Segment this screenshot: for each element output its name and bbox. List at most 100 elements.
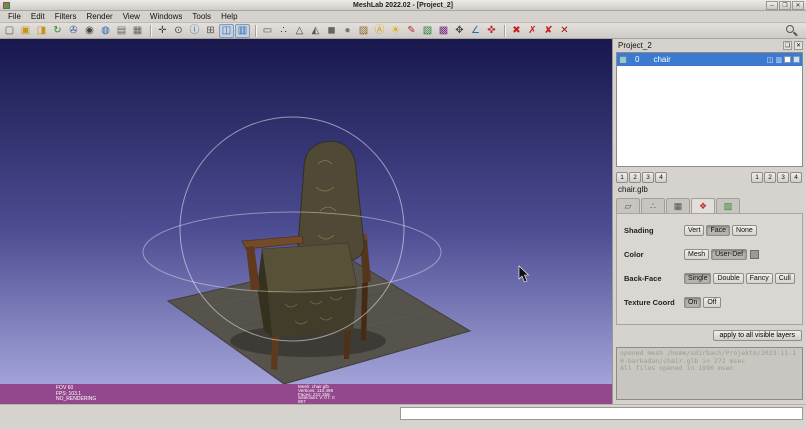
- layer-color-swatch[interactable]: [784, 56, 791, 63]
- log-line: All files opened in 1996 msec: [620, 364, 734, 372]
- panel-close-button[interactable]: ✕: [794, 41, 803, 50]
- delete-selected-faces-vertices-icon[interactable]: ✘: [541, 24, 556, 38]
- menu-edit[interactable]: Edit: [26, 12, 50, 21]
- texcoord-opt-off[interactable]: Off: [703, 296, 721, 308]
- fullscreen-icon[interactable]: ⊞: [203, 24, 218, 38]
- toolbar: ▢ ▣ ◨ ↻ ✇ ◉ ◍ ▤ ▦ ✛ ⊙ ⓘ ⊞ ◫ ▥ ▭ ∴ △ ◭ ◼ ● ▨ Ⓐ ☀ ✎ ▧ ▩ ✥ ∠ ✜ ✖ ✗ ✘ ✕: [0, 23, 806, 39]
- panel-float-button[interactable]: ❏: [783, 41, 792, 50]
- bbox-render-icon[interactable]: ▭: [260, 24, 275, 38]
- shading-options: Vert Face None: [684, 224, 759, 236]
- tab-wire[interactable]: ▦: [666, 198, 690, 213]
- shading-opt-none[interactable]: None: [732, 224, 757, 236]
- color-label: Color: [624, 249, 644, 259]
- points-render-icon[interactable]: ∴: [276, 24, 291, 38]
- smooth-render-icon[interactable]: ●: [340, 24, 355, 38]
- split-view-icon[interactable]: ◫: [219, 23, 234, 38]
- maximize-button[interactable]: ❐: [779, 1, 791, 10]
- pager-left-2[interactable]: 2: [629, 172, 641, 183]
- export-mesh-icon[interactable]: ✇: [66, 24, 81, 38]
- texcoord-opt-on[interactable]: On: [684, 296, 702, 308]
- delete-selected-vertices-icon[interactable]: ✗: [525, 24, 540, 38]
- close-button[interactable]: ✕: [792, 1, 804, 10]
- menu-windows[interactable]: Windows: [145, 12, 187, 21]
- tab-texture[interactable]: ▨: [716, 198, 740, 213]
- render-options-panel: Shading Vert Face None Color Mesh User-Def …: [616, 213, 803, 325]
- show-info-pane-icon[interactable]: ⓘ: [187, 24, 202, 38]
- pager-right-1[interactable]: 1: [751, 172, 763, 183]
- meshlab-window: MeshLab 2022.02 - [Project_2] – ❐ ✕ File…: [0, 0, 806, 429]
- mesh-layer-icon: ▦: [619, 55, 627, 64]
- tab-bbox[interactable]: ▱: [616, 198, 640, 213]
- shading-opt-face[interactable]: Face: [706, 224, 731, 236]
- show-raster-dialog-icon[interactable]: ▦: [130, 24, 145, 38]
- toolbar-file-group: ▢ ▣ ◨ ↻ ✇ ◉ ◍ ▤ ▦: [2, 24, 146, 38]
- zpaint-icon[interactable]: ✎: [404, 24, 419, 38]
- app-icon: [3, 2, 10, 9]
- apply-all-layers-button[interactable]: apply to all visible layers: [712, 330, 802, 341]
- backface-opt-cull[interactable]: Cull: [774, 272, 795, 284]
- measure-icon[interactable]: ∠: [468, 24, 483, 38]
- flatlines-render-icon[interactable]: ◭: [308, 24, 323, 38]
- pager-right-4[interactable]: 4: [790, 172, 802, 183]
- open-project-icon[interactable]: ▣: [18, 24, 33, 38]
- append-mesh-icon[interactable]: ◨: [34, 24, 49, 38]
- show-trackball-icon[interactable]: ✛: [155, 24, 170, 38]
- decorators-icon[interactable]: Ⓐ: [372, 24, 387, 38]
- project-panel: Project_2 ❏ ✕ ▦ 0 chair ◫ ▥ 1234 1234 ch…: [612, 39, 806, 404]
- pager-left-4[interactable]: 4: [655, 172, 667, 183]
- tab-points[interactable]: ∴: [641, 198, 665, 213]
- backface-opt-single[interactable]: Single: [684, 272, 712, 284]
- flat-render-icon[interactable]: ◼: [324, 24, 339, 38]
- pager-left-group: 1234: [616, 172, 667, 183]
- light-icon[interactable]: ☀: [388, 24, 403, 38]
- pager-left-1[interactable]: 1: [616, 172, 628, 183]
- color-opt-mesh[interactable]: Mesh: [684, 248, 710, 260]
- texcoord-options: On Off: [684, 296, 723, 308]
- layer-row-chair[interactable]: ▦ 0 chair ◫ ▥: [617, 53, 802, 66]
- new-project-icon[interactable]: ▢: [2, 24, 17, 38]
- select-faces-icon[interactable]: ▩: [436, 24, 451, 38]
- reset-trackball-icon[interactable]: ⊙: [171, 24, 186, 38]
- pager-right-2[interactable]: 2: [764, 172, 776, 183]
- minimize-button[interactable]: –: [766, 1, 778, 10]
- user-color-swatch[interactable]: [750, 249, 760, 259]
- shading-opt-vert[interactable]: Vert: [684, 224, 705, 236]
- backface-opt-fancy[interactable]: Fancy: [745, 272, 773, 284]
- log-area: opened mesh /home/sdirbach/Projekte/2023…: [616, 347, 803, 400]
- color-opt-user-def[interactable]: User-Def: [711, 248, 748, 260]
- menu-file[interactable]: File: [3, 12, 26, 21]
- menu-render[interactable]: Render: [81, 12, 117, 21]
- tab-solid[interactable]: ❖: [691, 198, 715, 214]
- bottom-text-field[interactable]: [400, 407, 803, 420]
- pager-left-3[interactable]: 3: [642, 172, 654, 183]
- layer-wireframe-icon[interactable]: ▥: [775, 56, 782, 64]
- layer-visibility-icon[interactable]: ▥: [235, 23, 250, 38]
- menu-filters[interactable]: Filters: [50, 12, 82, 21]
- reload-mesh-icon[interactable]: ↻: [50, 24, 65, 38]
- menu-bar: File Edit Filters Render View Windows Tools Hel…: [0, 11, 806, 23]
- select-vertices-icon[interactable]: ▧: [420, 24, 435, 38]
- layer-visibility-icon[interactable]: ◫: [767, 56, 774, 64]
- backface-opt-double[interactable]: Double: [713, 272, 744, 284]
- save-snapshot-icon[interactable]: ◉: [82, 24, 97, 38]
- delete-selected-faces-icon[interactable]: ✖: [509, 24, 524, 38]
- manipulator-icon[interactable]: ✥: [452, 24, 467, 38]
- toolbar-view-group: ✛ ⊙ ⓘ ⊞ ◫ ▥: [155, 23, 251, 38]
- pick-points-icon[interactable]: ✜: [484, 24, 499, 38]
- render-param-tabs: ▱ ∴ ▦ ❖ ▨: [616, 198, 741, 214]
- texture-render-icon[interactable]: ▨: [356, 24, 371, 38]
- search-icon[interactable]: [786, 24, 798, 37]
- menu-tools[interactable]: Tools: [187, 12, 216, 21]
- hud-mesh-info: Mesh: chair.glb Vertices: 110,496 Faces:…: [298, 384, 335, 404]
- menu-help[interactable]: Help: [216, 12, 242, 21]
- shading-row: Shading Vert Face None: [624, 220, 799, 240]
- 3d-viewport[interactable]: [0, 39, 612, 384]
- shading-label: Shading: [624, 225, 654, 235]
- open-online-icon[interactable]: ◍: [98, 24, 113, 38]
- wireframe-render-icon[interactable]: △: [292, 24, 307, 38]
- layer-wire-color-swatch[interactable]: [793, 56, 800, 63]
- menu-view[interactable]: View: [118, 12, 145, 21]
- show-layer-dialog-icon[interactable]: ▤: [114, 24, 129, 38]
- pager-right-3[interactable]: 3: [777, 172, 789, 183]
- delete-current-mesh-icon[interactable]: ✕: [557, 24, 572, 38]
